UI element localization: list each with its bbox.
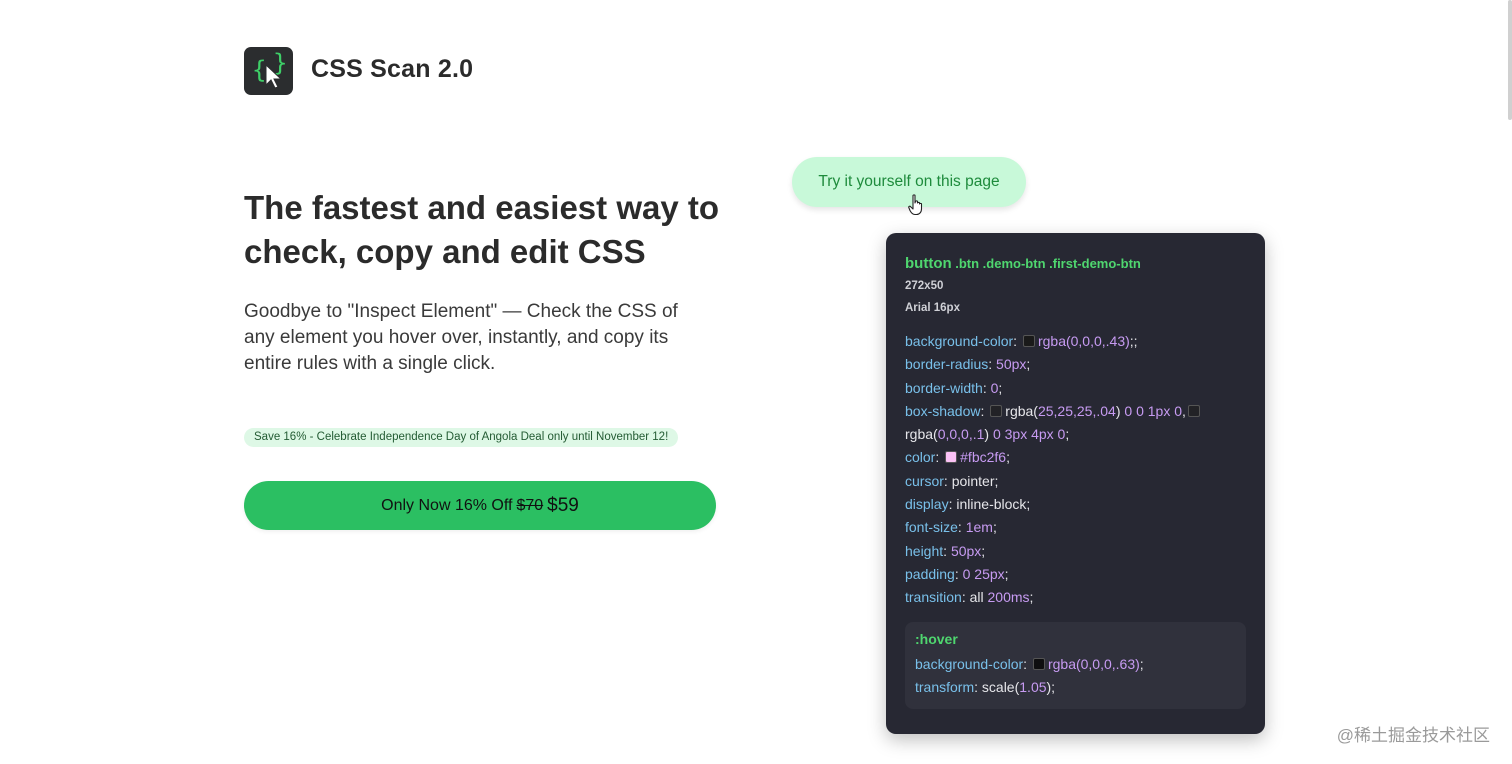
css-value: 200ms bbox=[987, 589, 1030, 606]
color-swatch bbox=[945, 451, 958, 464]
css-rule-line: background-color: rgba(0,0,0,.63); bbox=[915, 655, 1144, 672]
css-property: display bbox=[905, 496, 949, 513]
css-value: ; bbox=[1026, 356, 1031, 373]
css-inspector-panel[interactable]: button .btn .demo-btn .first-demo-btn 27… bbox=[886, 233, 1265, 734]
svg-text:{: { bbox=[252, 56, 266, 84]
color-swatch bbox=[990, 404, 1003, 417]
css-property: padding bbox=[905, 565, 955, 582]
selector-classes: .btn .demo-btn .first-demo-btn bbox=[951, 256, 1141, 271]
css-value: inline-block; bbox=[956, 496, 1031, 513]
css-rule-line: cursor: pointer; bbox=[905, 472, 999, 489]
css-value: 0 3px 4px 0 bbox=[992, 426, 1066, 443]
css-property: background-color bbox=[915, 655, 1024, 672]
css-value: 25,25,25,.04 bbox=[1037, 402, 1116, 419]
color-swatch bbox=[1187, 404, 1200, 417]
css-value: ); bbox=[1046, 678, 1056, 695]
css-property: transform bbox=[915, 678, 975, 695]
css-value: pointer; bbox=[951, 472, 999, 489]
hand-pointer-icon bbox=[908, 194, 923, 216]
old-price: $70 bbox=[516, 496, 544, 514]
css-value: 0,0,0,.1 bbox=[937, 426, 985, 443]
css-property: height bbox=[905, 542, 944, 559]
logo-icon[interactable]: { } bbox=[244, 47, 293, 95]
hero-headline: The fastest and easiest way to check, co… bbox=[244, 189, 720, 270]
css-property: cursor bbox=[905, 472, 944, 489]
css-value: scale( bbox=[981, 678, 1020, 695]
hover-rules-box: :hover background-color: rgba(0,0,0,.63)… bbox=[905, 621, 1246, 710]
page: { } CSS Scan 2.0 The fastest and easiest… bbox=[0, 0, 1512, 764]
css-value: rgba( bbox=[1005, 402, 1038, 419]
css-value: ; bbox=[1004, 565, 1009, 582]
css-value: 0 25px bbox=[962, 565, 1005, 582]
css-value: ; bbox=[981, 542, 986, 559]
css-rule-line: display: inline-block; bbox=[905, 496, 1031, 513]
css-rule-line: font-size: 1em; bbox=[905, 519, 997, 536]
css-value: ; bbox=[1065, 426, 1070, 443]
css-value: rgba( bbox=[905, 426, 938, 443]
svg-text:}: } bbox=[273, 49, 287, 77]
css-rule-line: border-width: 0; bbox=[905, 379, 1003, 396]
css-rule-line: color: #fbc2f6; bbox=[905, 449, 1010, 466]
css-value: ; bbox=[992, 519, 997, 536]
css-value: 50px bbox=[996, 356, 1027, 373]
css-value: rgba(0,0,0,.63) bbox=[1047, 655, 1140, 672]
buy-label: Only Now 16% Off bbox=[381, 496, 513, 514]
element-font: Arial 16px bbox=[905, 302, 960, 314]
css-value: all bbox=[969, 589, 988, 606]
color-swatch bbox=[1032, 657, 1045, 670]
hover-title: :hover bbox=[915, 630, 958, 647]
css-value: ; bbox=[1139, 655, 1144, 672]
css-rule-line: padding: 0 25px; bbox=[905, 565, 1009, 582]
css-value: 1em bbox=[965, 519, 993, 536]
css-property: background-color bbox=[905, 333, 1014, 349]
css-value: ;; bbox=[1129, 333, 1138, 349]
css-rule-line: transform: scale(1.05); bbox=[915, 678, 1056, 695]
css-rule-line: height: 50px; bbox=[905, 542, 986, 559]
hero-subtext: Goodbye to "Inspect Element" — Check the… bbox=[244, 301, 678, 374]
watermark: @稀土掘金技术社区 bbox=[1336, 726, 1490, 745]
css-property: font-size bbox=[905, 519, 958, 536]
css-rules: background-color: rgba(0,0,0,.43);; borde… bbox=[905, 330, 1246, 610]
css-property: border-radius bbox=[905, 356, 989, 373]
scrollbar[interactable] bbox=[1508, 0, 1512, 120]
css-property: box-shadow bbox=[905, 402, 981, 419]
css-rule-line: background-color: rgba(0,0,0,.43);; bbox=[905, 333, 1138, 349]
buy-button[interactable]: Only Now 16% Off $70 $59 bbox=[244, 481, 716, 530]
css-value: ; bbox=[998, 379, 1003, 396]
brand-name[interactable]: CSS Scan 2.0 bbox=[311, 55, 473, 84]
hover-rules: background-color: rgba(0,0,0,.63); transf… bbox=[915, 653, 1236, 700]
new-price: $59 bbox=[547, 494, 579, 516]
css-value: 50px bbox=[950, 542, 982, 559]
element-selector: button .btn .demo-btn .first-demo-btn bbox=[905, 255, 1246, 272]
css-property: transition bbox=[905, 589, 962, 606]
css-value: 0 0 1px 0 bbox=[1124, 402, 1182, 419]
css-value: ; bbox=[1029, 589, 1034, 606]
css-property: border-width bbox=[905, 379, 983, 396]
css-value: #fbc2f6 bbox=[960, 449, 1007, 466]
css-rule-line: box-shadow: rgba(25,25,25,.04) 0 0 1px 0… bbox=[905, 400, 1246, 447]
color-swatch bbox=[1022, 335, 1035, 347]
css-value: rgba(0,0,0,.43) bbox=[1037, 333, 1130, 349]
css-rule-line: transition: all 200ms; bbox=[905, 589, 1034, 606]
promo-badge: Save 16% - Celebrate Independence Day of… bbox=[244, 428, 679, 447]
css-value: , bbox=[1182, 402, 1186, 419]
css-value: 1.05 bbox=[1019, 678, 1047, 695]
element-size: 272x50 bbox=[905, 280, 944, 292]
css-property: color bbox=[905, 449, 936, 466]
selector-tag: button bbox=[905, 255, 952, 272]
css-value: ) bbox=[984, 426, 993, 443]
css-rule-line: border-radius: 50px; bbox=[905, 356, 1031, 373]
css-value: ; bbox=[1006, 449, 1010, 466]
